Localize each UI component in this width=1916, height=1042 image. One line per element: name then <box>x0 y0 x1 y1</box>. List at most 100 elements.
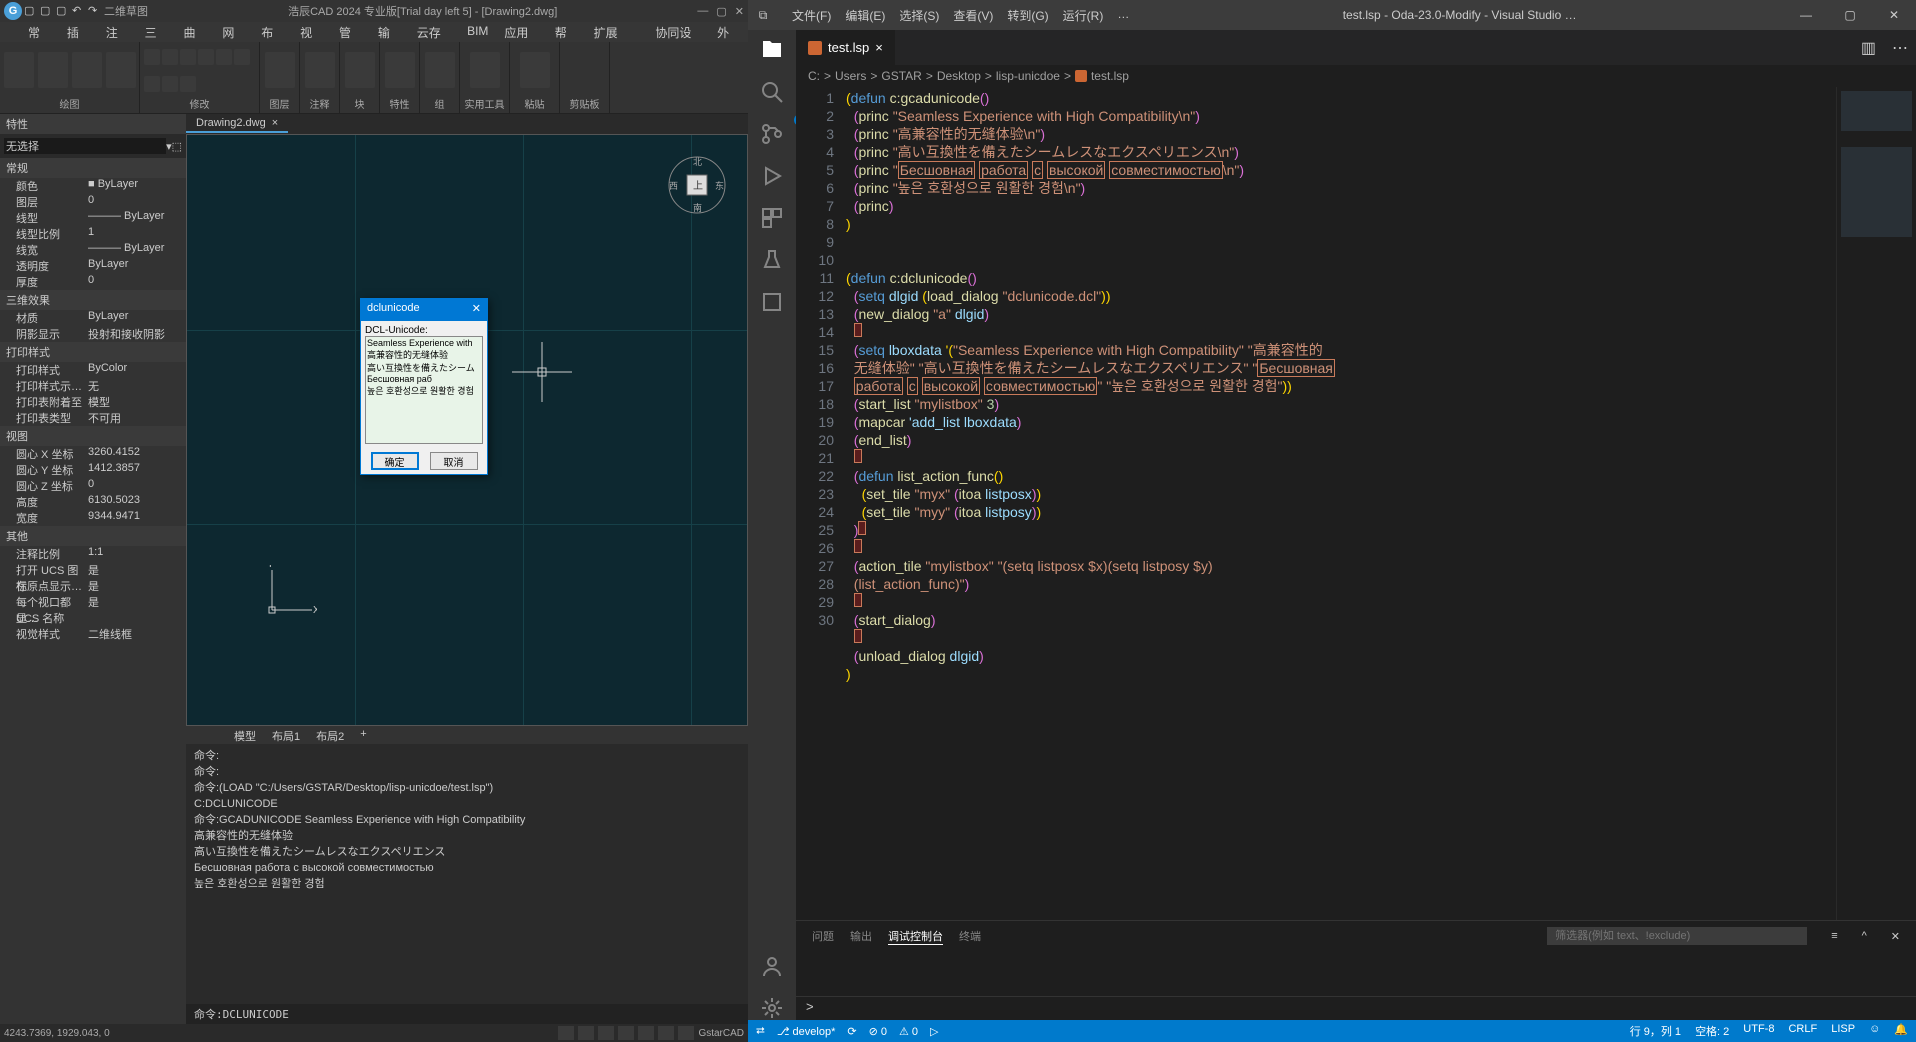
osnap-icon[interactable] <box>618 1026 634 1040</box>
dyn-icon[interactable] <box>678 1026 694 1040</box>
language[interactable]: LISP <box>1831 1023 1855 1039</box>
panel-tab-terminal[interactable]: 终端 <box>959 928 981 944</box>
menu-edit[interactable]: 编辑(E) <box>839 3 891 28</box>
section-header[interactable]: 其他 <box>0 526 186 546</box>
property-row[interactable]: 在原点显示…是 <box>0 578 186 594</box>
menu-file[interactable]: 文件(F) <box>786 3 837 28</box>
filter-toggle-icon[interactable]: ≡ <box>1831 930 1837 942</box>
dialog-close-icon[interactable]: ✕ <box>472 302 481 318</box>
line-icon[interactable] <box>4 52 34 88</box>
text-icon[interactable] <box>305 52 335 88</box>
scale-icon[interactable] <box>162 76 178 92</box>
menu-item[interactable]: 常用 <box>20 22 59 42</box>
section-header[interactable]: 打印样式 <box>0 342 186 362</box>
stretch-icon[interactable] <box>144 76 160 92</box>
feedback-icon[interactable]: ☺ <box>1869 1023 1880 1039</box>
minimize-icon[interactable]: — <box>1784 0 1828 30</box>
property-row[interactable]: 厚度0 <box>0 274 186 290</box>
more-actions-icon[interactable]: ⋯ <box>1884 30 1916 65</box>
property-row[interactable]: 圆心 X 坐标3260.4152 <box>0 446 186 462</box>
menu-go[interactable]: 转到(G) <box>1001 3 1054 28</box>
search-icon[interactable] <box>760 80 784 104</box>
block-icon[interactable] <box>345 52 375 88</box>
prop-value[interactable]: ——— ByLayer <box>88 210 186 226</box>
prop-value[interactable]: ■ ByLayer <box>88 178 186 194</box>
explorer-icon[interactable] <box>760 38 784 62</box>
filter-input[interactable] <box>1547 927 1807 945</box>
section-header[interactable]: 视图 <box>0 426 186 446</box>
add-layout-button[interactable]: + <box>352 726 374 744</box>
crumb[interactable]: C: <box>808 69 820 83</box>
grid-snap-icon[interactable] <box>558 1026 574 1040</box>
sync-icon[interactable]: ⟳ <box>847 1025 856 1038</box>
layout-tab[interactable]: 模型 <box>226 726 264 744</box>
prop-value[interactable]: 1 <box>88 226 186 242</box>
copy-icon[interactable] <box>198 49 214 65</box>
paste-icon[interactable] <box>520 52 550 88</box>
prop-value[interactable]: 9344.9471 <box>88 510 186 526</box>
arc-icon[interactable] <box>106 52 136 88</box>
prop-value[interactable]: 0 <box>88 274 186 290</box>
menu-item[interactable]: 协同设计 <box>647 22 709 42</box>
document-tab[interactable]: Drawing2.dwg × <box>186 115 288 133</box>
menu-run[interactable]: 运行(R) <box>1057 3 1110 28</box>
group-icon[interactable] <box>425 52 455 88</box>
crumb[interactable]: GSTAR <box>881 69 921 83</box>
menu-item[interactable]: 输出 <box>370 22 409 42</box>
property-row[interactable]: 高度6130.5023 <box>0 494 186 510</box>
prop-value[interactable]: 0 <box>88 194 186 210</box>
open-icon[interactable]: ▢ <box>40 4 54 18</box>
save-icon[interactable]: ▢ <box>56 4 70 18</box>
menu-item[interactable]: 应用软 <box>496 22 546 42</box>
ok-button[interactable]: 确定 <box>371 452 419 470</box>
split-editor-icon[interactable]: ▥ <box>1853 30 1884 65</box>
crumb[interactable]: Desktop <box>937 69 981 83</box>
circle-icon[interactable] <box>72 52 102 88</box>
property-row[interactable]: 线型比例1 <box>0 226 186 242</box>
encoding[interactable]: UTF-8 <box>1743 1023 1774 1039</box>
trim-icon[interactable] <box>180 49 196 65</box>
crumb[interactable]: Users <box>835 69 866 83</box>
layout-tab[interactable]: 布局2 <box>308 726 352 744</box>
props-icon[interactable] <box>385 52 415 88</box>
prop-value[interactable]: 无 <box>88 378 186 394</box>
command-history[interactable]: 命令:命令:命令:(LOAD "C:/Users/GSTAR/Desktop/l… <box>186 744 748 1004</box>
crumb[interactable]: lisp-unicdoe <box>996 69 1060 83</box>
property-row[interactable]: 线宽——— ByLayer <box>0 242 186 258</box>
filter-icon[interactable]: ⬚ <box>172 140 182 153</box>
close-panel-icon[interactable]: ✕ <box>1891 930 1900 943</box>
prop-value[interactable]: 不可用 <box>88 410 186 426</box>
layout-tab[interactable]: 布局1 <box>264 726 308 744</box>
menu-item[interactable]: 扩展工… <box>586 22 648 42</box>
prop-value[interactable]: 二维线框 <box>88 626 186 642</box>
settings-icon[interactable] <box>760 996 784 1020</box>
eol[interactable]: CRLF <box>1788 1023 1817 1039</box>
prop-value[interactable]: 1412.3857 <box>88 462 186 478</box>
close-icon[interactable]: ✕ <box>735 5 744 18</box>
misc-icon[interactable] <box>760 290 784 314</box>
maximize-icon[interactable]: ▢ <box>1828 0 1872 30</box>
prop-value[interactable]: 0 <box>88 478 186 494</box>
property-row[interactable]: 图层0 <box>0 194 186 210</box>
warnings[interactable]: ⚠ 0 <box>899 1025 918 1038</box>
cancel-button[interactable]: 取消 <box>430 452 478 470</box>
redo-icon[interactable]: ↷ <box>88 4 102 18</box>
section-general[interactable]: 常规 <box>0 158 186 178</box>
lineweight-icon[interactable] <box>658 1026 674 1040</box>
property-row[interactable]: 宽度9344.9471 <box>0 510 186 526</box>
errors[interactable]: ⊘ 0 <box>869 1025 887 1038</box>
mirror-icon[interactable] <box>216 49 232 65</box>
menu-item[interactable]: 布局 <box>253 22 292 42</box>
workspace-label[interactable]: 二维草图 <box>104 3 148 19</box>
testing-icon[interactable] <box>760 248 784 272</box>
debug-start-icon[interactable]: ▷ <box>930 1025 938 1038</box>
property-row[interactable]: 阴影显示投射和接收阴影 <box>0 326 186 342</box>
breadcrumbs[interactable]: C:> Users> GSTAR> Desktop> lisp-unicdoe>… <box>796 65 1916 87</box>
otrack-icon[interactable] <box>638 1026 654 1040</box>
new-icon[interactable]: ▢ <box>24 4 38 18</box>
menu-item[interactable]: 帮助 <box>547 22 586 42</box>
close-tab-icon[interactable]: × <box>272 117 278 129</box>
panel-tab-debug[interactable]: 调试控制台 <box>888 928 943 945</box>
notifications-icon[interactable]: 🔔 <box>1894 1023 1908 1039</box>
prop-value[interactable]: 投射和接收阴影 <box>88 326 186 342</box>
